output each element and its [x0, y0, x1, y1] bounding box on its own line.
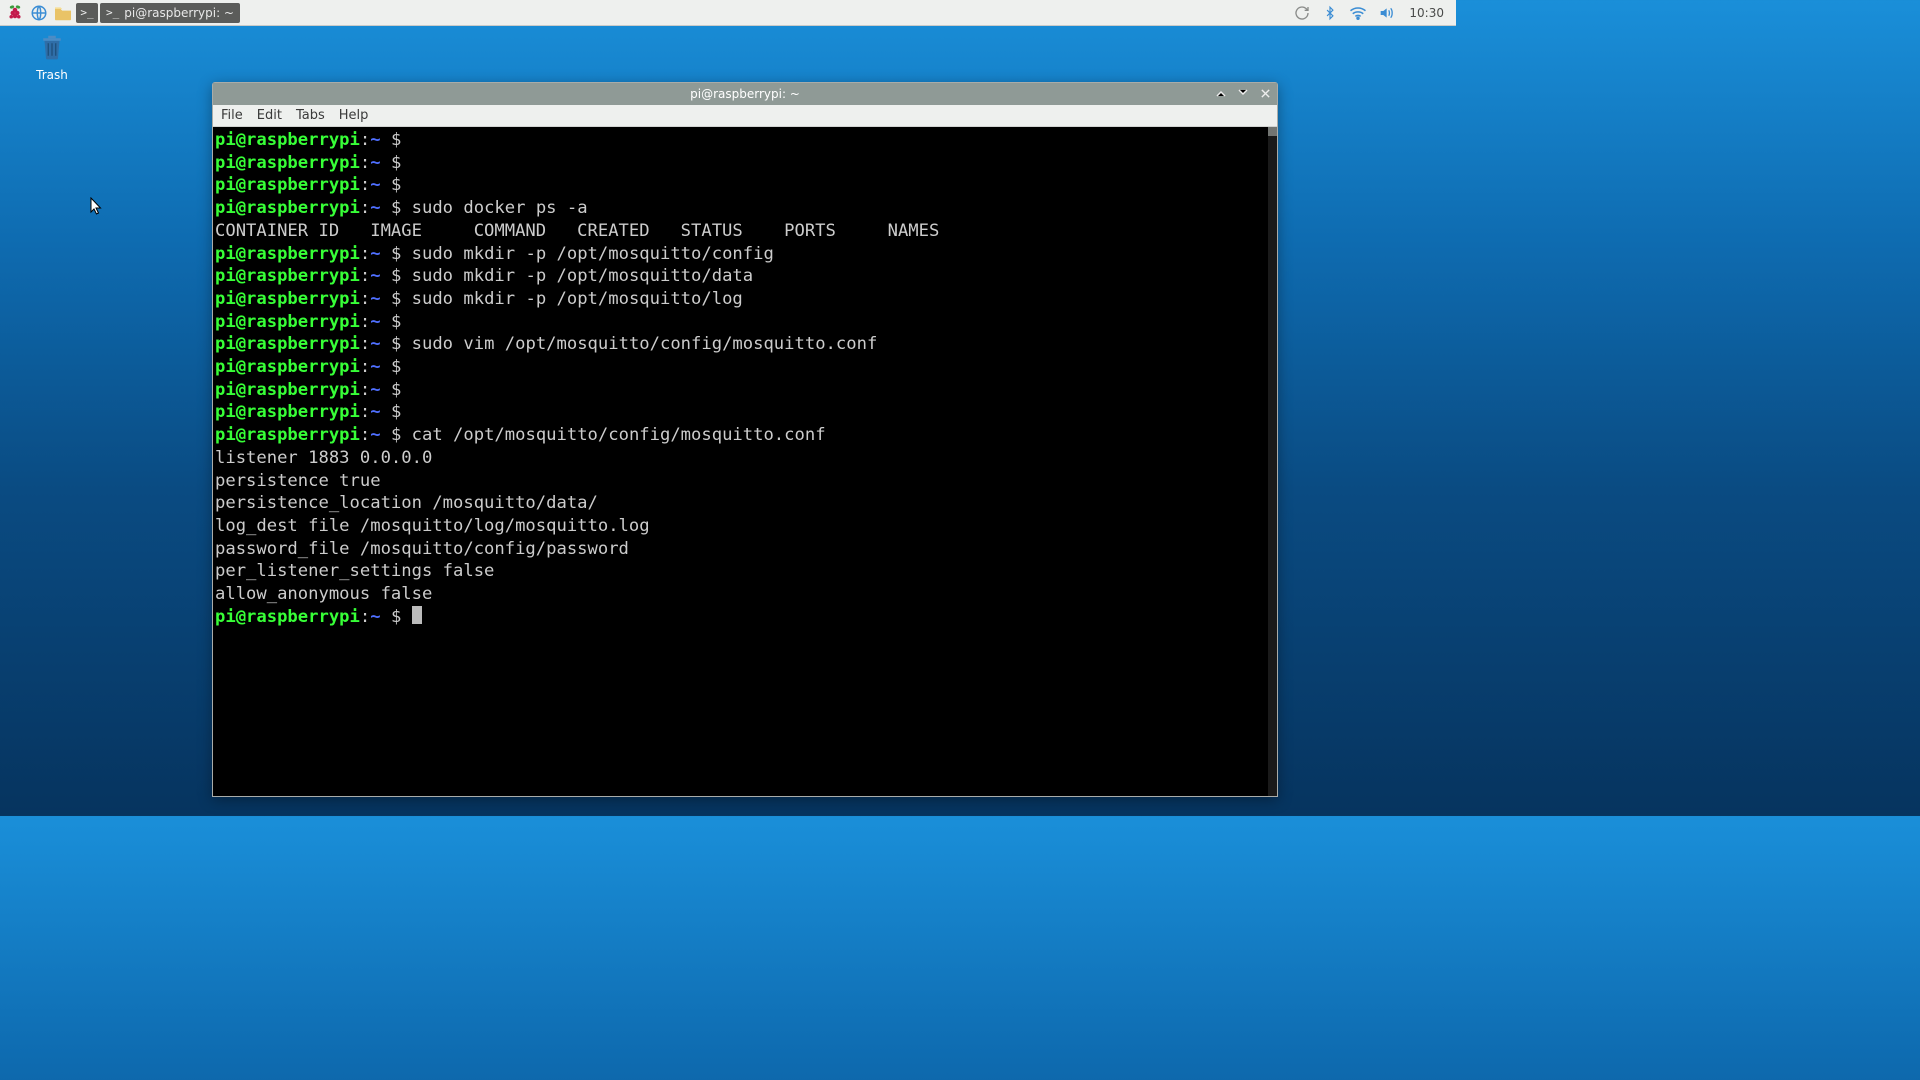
- taskbar-window-button[interactable]: >_ pi@raspberrypi: ~: [100, 3, 240, 23]
- clock[interactable]: 10:30: [1405, 6, 1448, 20]
- terminal-launcher-icon[interactable]: >_: [76, 2, 98, 24]
- terminal-scrollbar[interactable]: [1268, 127, 1277, 796]
- close-icon[interactable]: [1257, 85, 1273, 101]
- menu-help[interactable]: Help: [339, 108, 369, 123]
- taskbar-window-title: pi@raspberrypi: ~: [124, 6, 234, 20]
- terminal-menubar: File Edit Tabs Help: [213, 105, 1277, 127]
- trash-label: Trash: [22, 68, 82, 82]
- terminal-body[interactable]: pi@raspberrypi:~ $ pi@raspberrypi:~ $ pi…: [213, 127, 1277, 796]
- cursor-pointer-icon: [90, 197, 104, 221]
- window-title: pi@raspberrypi: ~: [690, 87, 800, 101]
- desktop-trash[interactable]: Trash: [22, 32, 82, 82]
- bluetooth-icon[interactable]: [1321, 4, 1339, 22]
- system-tray: 10:30: [1293, 4, 1456, 22]
- taskbar-left: >_ >_ pi@raspberrypi: ~: [0, 2, 240, 24]
- window-titlebar[interactable]: pi@raspberrypi: ~: [213, 83, 1277, 105]
- scrollbar-thumb[interactable]: [1268, 127, 1277, 136]
- taskbar: >_ >_ pi@raspberrypi: ~ 10:30: [0, 0, 1456, 26]
- maximize-icon[interactable]: [1235, 85, 1251, 101]
- volume-icon[interactable]: [1377, 4, 1395, 22]
- menu-tabs[interactable]: Tabs: [296, 108, 325, 123]
- minimize-icon[interactable]: [1213, 85, 1229, 101]
- raspberry-menu-icon[interactable]: [4, 2, 26, 24]
- globe-icon[interactable]: [28, 2, 50, 24]
- terminal-text: pi@raspberrypi:~ $ pi@raspberrypi:~ $ pi…: [215, 129, 1265, 794]
- menu-edit[interactable]: Edit: [257, 108, 282, 123]
- menu-file[interactable]: File: [221, 108, 243, 123]
- trash-icon: [37, 32, 67, 62]
- wifi-icon[interactable]: [1349, 4, 1367, 22]
- file-manager-icon[interactable]: [52, 2, 74, 24]
- update-icon[interactable]: [1293, 4, 1311, 22]
- terminal-window: pi@raspberrypi: ~ File Edit Tabs Help pi…: [212, 82, 1278, 797]
